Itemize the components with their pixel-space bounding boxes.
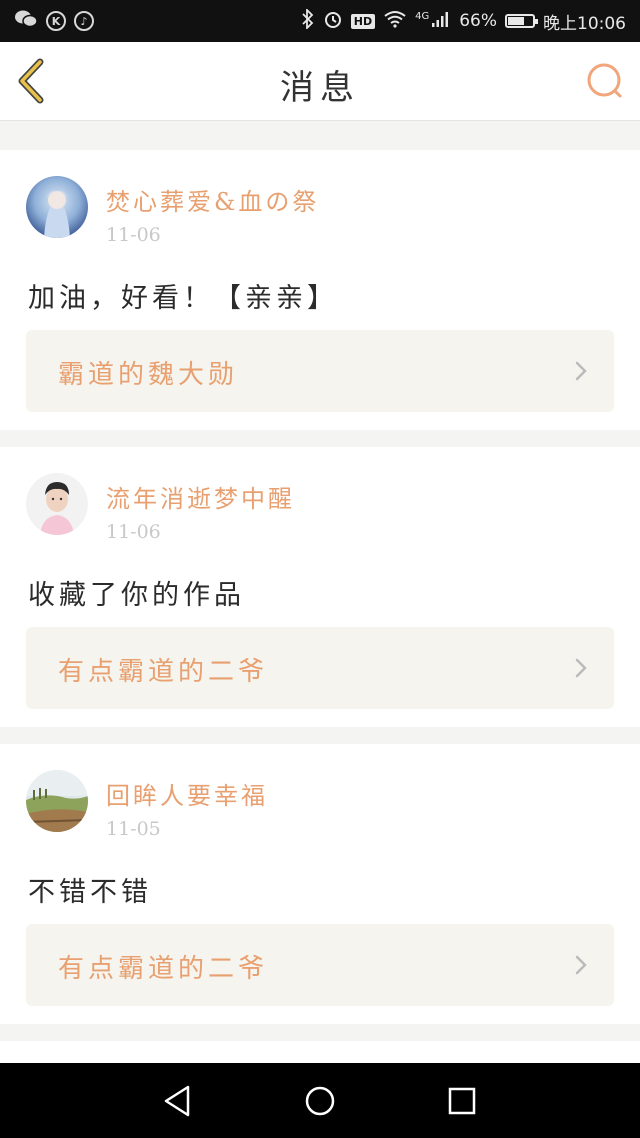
message-date: 11-05 — [106, 818, 161, 840]
nav-home-button[interactable] — [300, 1081, 340, 1121]
message-card: 流年消逝梦中醒 11-06 收藏了你的作品 有点霸道的二爷 — [0, 447, 640, 727]
work-link[interactable]: 霸道的魏大勋 — [26, 330, 614, 412]
avatar[interactable] — [26, 176, 88, 238]
message-content: 加油，好看！【亲亲】 — [28, 283, 338, 314]
message-content: 收藏了你的作品 — [28, 580, 245, 611]
message-card: 焚心葬爱&血の祭 11-06 加油，好看！【亲亲】 霸道的魏大勋 — [0, 150, 640, 430]
username[interactable]: 回眸人要幸福 — [106, 776, 268, 811]
message-card: 回眸人要幸福 11-05 不错不错 有点霸道的二爷 — [0, 744, 640, 1024]
square-recents-icon — [448, 1087, 476, 1115]
chevron-right-icon — [575, 361, 587, 381]
k-app-icon: K — [46, 11, 66, 31]
triangle-back-icon — [164, 1085, 190, 1117]
message-content: 不错不错 — [28, 877, 152, 908]
system-nav-bar — [0, 1063, 640, 1138]
work-title: 有点霸道的二爷 — [58, 657, 269, 687]
hd-badge: HD — [350, 13, 376, 29]
search-button[interactable] — [584, 60, 626, 102]
username[interactable]: 流年消逝梦中醒 — [106, 479, 295, 514]
username[interactable]: 焚心葬爱&血の祭 — [106, 182, 319, 217]
bluetooth-icon — [301, 7, 315, 34]
battery-percent: 66% — [459, 11, 497, 31]
work-link[interactable]: 有点霸道的二爷 — [26, 627, 614, 709]
work-link[interactable]: 有点霸道的二爷 — [26, 924, 614, 1006]
nav-back-button[interactable] — [158, 1081, 198, 1121]
message-card-partial — [0, 1041, 640, 1063]
alarm-icon — [323, 9, 343, 34]
avatar[interactable] — [26, 473, 88, 535]
network-type: 4G — [415, 10, 430, 22]
chevron-right-icon — [575, 658, 587, 678]
nav-recents-button[interactable] — [442, 1081, 482, 1121]
status-time: 晚上10:06 — [543, 13, 626, 34]
wifi-icon — [383, 10, 407, 33]
status-left: K ♪ — [14, 9, 94, 34]
work-title: 霸道的魏大勋 — [58, 360, 239, 390]
app-header: 消息 — [0, 42, 640, 121]
signal-icon — [431, 10, 451, 33]
status-bar: K ♪ HD 4G 66% 晚上10:06 — [0, 0, 640, 42]
work-title: 有点霸道的二爷 — [58, 954, 269, 984]
chevron-right-icon — [575, 955, 587, 975]
message-date: 11-06 — [106, 224, 161, 246]
message-date: 11-06 — [106, 521, 161, 543]
status-right: HD 4G 66% 晚上10:06 — [301, 7, 626, 34]
search-icon — [587, 63, 622, 98]
battery-icon — [505, 14, 538, 28]
wechat-icon — [14, 9, 38, 34]
circle-home-icon — [305, 1086, 335, 1116]
avatar[interactable] — [26, 770, 88, 832]
page-title: 消息 — [280, 68, 360, 108]
tiktok-icon: ♪ — [74, 11, 94, 31]
battery-level — [508, 17, 524, 25]
